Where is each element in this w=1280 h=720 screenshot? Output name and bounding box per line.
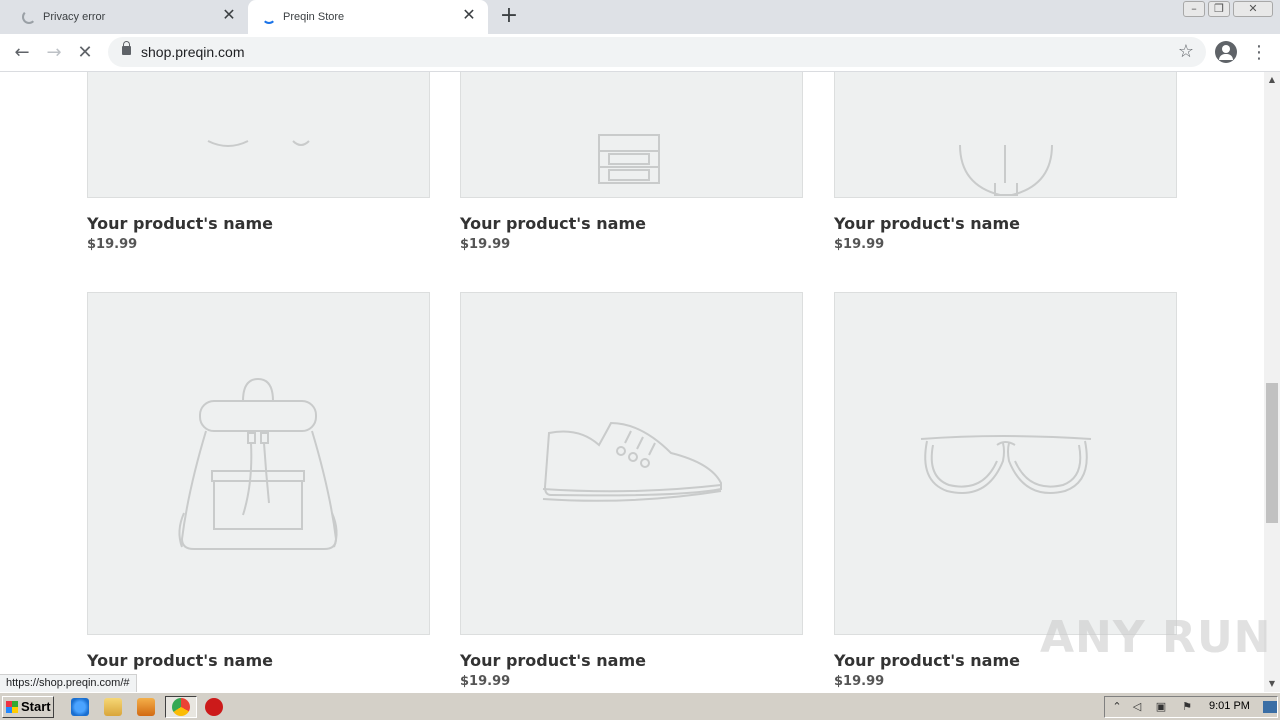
network-icon[interactable]: ▣ — [1155, 701, 1167, 713]
product-image[interactable] — [834, 292, 1177, 635]
bookmark-star-icon[interactable]: ☆ — [1178, 41, 1194, 62]
internet-explorer-icon[interactable] — [71, 698, 89, 716]
product-name[interactable]: Your product's name — [834, 651, 1020, 670]
tab-title: Privacy error — [43, 11, 106, 23]
lock-icon[interactable] — [122, 41, 131, 55]
new-tab-button[interactable]: + — [498, 5, 520, 27]
headphones-icon — [959, 144, 1053, 196]
product-price: $19.99 — [87, 237, 138, 252]
browser-toolbar: ← → ✕ shop.preqin.com ☆ ⋮ — [0, 34, 1280, 72]
vertical-scrollbar[interactable]: ▲ ▼ — [1264, 72, 1280, 692]
scroll-up-icon[interactable]: ▲ — [1264, 72, 1280, 88]
clock[interactable]: 9:01 PM — [1209, 700, 1250, 712]
backpack-icon — [178, 377, 338, 550]
status-bubble: https://shop.preqin.com/# — [0, 674, 137, 692]
scroll-down-icon[interactable]: ▼ — [1264, 676, 1280, 692]
sunglasses-icon — [920, 435, 1092, 494]
product-image[interactable] — [460, 72, 803, 198]
forward-button[interactable]: → — [41, 40, 67, 66]
sneaker-icon — [542, 421, 722, 502]
url-text[interactable]: shop.preqin.com — [141, 44, 245, 60]
product-price: $19.99 — [460, 674, 511, 689]
chrome-menu-icon[interactable]: ⋮ — [1250, 40, 1268, 66]
product-image[interactable] — [87, 292, 430, 635]
tab-privacy-error[interactable]: Privacy error ✕ — [8, 0, 248, 34]
profile-avatar-icon[interactable] — [1215, 41, 1237, 63]
windows-taskbar: Start ⌃ ◁ ▣ ⚑ 9:01 PM — [0, 692, 1280, 720]
close-tab-icon[interactable]: ✕ — [220, 7, 238, 25]
show-desktop-icon[interactable] — [1263, 701, 1277, 713]
media-player-icon[interactable] — [137, 698, 155, 716]
product-name[interactable]: Your product's name — [87, 651, 273, 670]
chrome-taskbar-button[interactable] — [165, 696, 197, 718]
loading-icon — [262, 10, 276, 24]
product-name[interactable]: Your product's name — [460, 214, 646, 233]
product-name[interactable]: Your product's name — [834, 214, 1020, 233]
tab-title: Preqin Store — [283, 11, 345, 23]
start-button[interactable]: Start — [2, 696, 54, 718]
mug-icon — [207, 140, 310, 147]
minimize-button[interactable]: – — [1183, 1, 1205, 17]
product-price: $19.99 — [460, 237, 511, 252]
product-price: $19.99 — [834, 674, 885, 689]
product-image[interactable] — [460, 292, 803, 635]
product-name[interactable]: Your product's name — [87, 214, 273, 233]
loading-icon — [22, 10, 36, 24]
address-bar[interactable]: shop.preqin.com ☆ — [108, 37, 1206, 67]
tab-preqin-store[interactable]: Preqin Store ✕ — [248, 0, 488, 34]
back-button[interactable]: ← — [9, 40, 35, 66]
watermark: ANY RUN — [1040, 612, 1272, 663]
shelf-icon — [598, 134, 660, 184]
page-viewport: Your product's name $19.99 Your product'… — [0, 72, 1264, 692]
product-name[interactable]: Your product's name — [460, 651, 646, 670]
product-price: $19.99 — [834, 237, 885, 252]
windows-logo-icon — [6, 701, 18, 713]
action-center-flag-icon[interactable]: ⚑ — [1181, 701, 1193, 713]
close-tab-icon[interactable]: ✕ — [460, 7, 478, 25]
opera-icon[interactable] — [205, 698, 223, 716]
stop-button[interactable]: ✕ — [72, 40, 98, 66]
volume-icon[interactable]: ◁ — [1131, 701, 1143, 713]
window-close-button[interactable]: ✕ — [1233, 1, 1273, 17]
product-image[interactable] — [87, 72, 430, 198]
system-tray: ⌃ ◁ ▣ ⚑ 9:01 PM — [1104, 696, 1278, 718]
show-hidden-icons-icon[interactable]: ⌃ — [1111, 701, 1123, 713]
restore-button[interactable]: ❐ — [1208, 1, 1230, 17]
tab-strip: Privacy error ✕ Preqin Store ✕ + – ❐ ✕ — [0, 0, 1280, 34]
scroll-thumb[interactable] — [1266, 383, 1278, 523]
chrome-icon — [172, 698, 190, 716]
start-label: Start — [21, 699, 51, 714]
file-explorer-icon[interactable] — [104, 698, 122, 716]
product-image[interactable] — [834, 72, 1177, 198]
